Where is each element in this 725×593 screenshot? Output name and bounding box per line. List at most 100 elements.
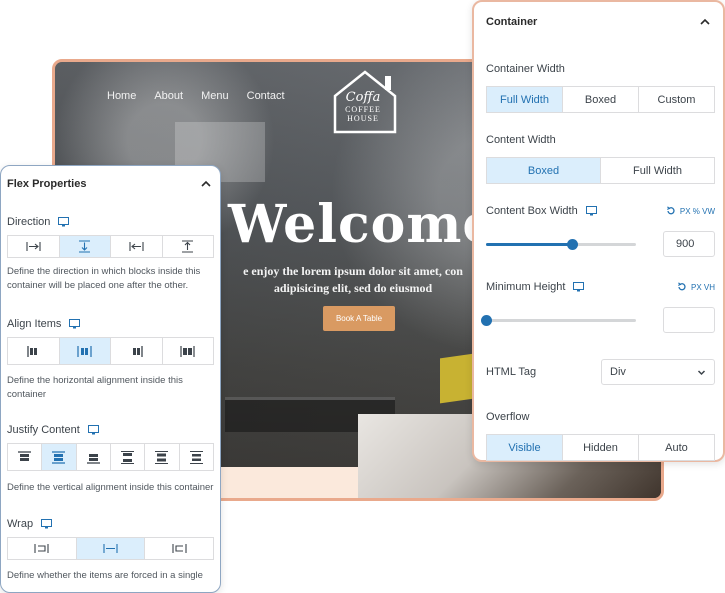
align-items-group: Align Items Define the horizontal alignm… xyxy=(7,318,214,402)
align-items-buttons xyxy=(7,337,214,365)
space-evenly-icon xyxy=(189,450,203,464)
html-tag-value: Div xyxy=(610,366,626,378)
flex-panel-header[interactable]: Flex Properties xyxy=(7,178,212,190)
justify-center-icon xyxy=(52,450,66,464)
arrow-right-icon xyxy=(26,242,41,251)
slider-handle[interactable] xyxy=(566,238,578,250)
nowrap-button[interactable] xyxy=(8,538,77,559)
wrap-button[interactable] xyxy=(76,538,146,559)
chevron-up-icon[interactable] xyxy=(200,178,212,190)
nav-about[interactable]: About xyxy=(154,90,183,102)
justify-space-between-button[interactable] xyxy=(110,444,146,470)
slider-handle[interactable] xyxy=(481,314,492,326)
justify-start-button[interactable] xyxy=(8,444,43,470)
logo-name: Coffa xyxy=(345,90,381,105)
justify-content-group: Justify Content Define the vertical alig… xyxy=(7,424,214,495)
monitor-icon[interactable] xyxy=(69,319,81,329)
overflow-group: Overflow Visible Hidden Auto xyxy=(486,407,715,461)
content-box-width-input[interactable]: 900 xyxy=(663,231,715,257)
space-around-icon xyxy=(155,450,169,464)
container-panel: Container Container Width Full Width Box… xyxy=(472,0,725,462)
content-box-width-units[interactable]: PX % VW xyxy=(680,207,715,216)
chevron-up-icon[interactable] xyxy=(699,16,711,28)
minimum-height-units[interactable]: PX VH xyxy=(691,283,715,292)
justify-end-button[interactable] xyxy=(76,444,111,470)
flex-properties-panel: Flex Properties Direction Define the dir… xyxy=(0,165,221,593)
align-center-icon xyxy=(77,345,92,357)
minimum-height-input[interactable] xyxy=(663,307,715,333)
justify-center-button[interactable] xyxy=(42,444,77,470)
container-panel-header[interactable]: Container xyxy=(486,16,711,28)
wrap-buttons xyxy=(7,537,214,560)
direction-row-reverse-button[interactable] xyxy=(111,236,163,257)
site-nav: Home About Menu Contact xyxy=(107,90,285,102)
justify-space-around-button[interactable] xyxy=(145,444,180,470)
monitor-icon[interactable] xyxy=(87,425,99,435)
monitor-icon[interactable] xyxy=(585,206,597,216)
overflow-options: Visible Hidden Auto xyxy=(486,434,715,461)
wrap-group: Wrap Define whether the items are forced… xyxy=(7,518,214,583)
minimum-height-group: Minimum Height PX VH xyxy=(481,281,715,333)
nowrap-icon xyxy=(34,544,49,553)
content-box-width-group: Content Box Width PX % VW 900 xyxy=(486,205,715,257)
align-items-help: Define the horizontal alignment inside t… xyxy=(7,375,183,400)
chevron-down-icon xyxy=(697,369,706,375)
html-tag-select[interactable]: Div xyxy=(601,359,715,385)
html-tag-group: HTML Tag Div xyxy=(486,359,715,385)
content-box-width-units-wrap: PX % VW xyxy=(666,206,715,216)
minimum-height-units-wrap: PX VH xyxy=(677,282,715,292)
align-start-button[interactable] xyxy=(8,338,60,364)
align-center-button[interactable] xyxy=(59,338,111,364)
minimum-height-slider[interactable] xyxy=(481,314,636,326)
container-width-group: Container Width Full Width Boxed Custom xyxy=(486,59,715,113)
direction-buttons xyxy=(7,235,214,258)
content-width-group: Content Width Boxed Full Width xyxy=(486,130,715,184)
book-table-button[interactable]: Book A Table xyxy=(323,306,395,331)
overflow-auto[interactable]: Auto xyxy=(639,435,714,460)
align-end-icon xyxy=(132,345,143,357)
monitor-icon[interactable] xyxy=(41,519,53,529)
nav-home[interactable]: Home xyxy=(107,90,136,102)
direction-column-button[interactable] xyxy=(59,236,111,257)
content-box-width-slider[interactable] xyxy=(486,238,636,250)
content-width-label: Content Width xyxy=(486,134,556,146)
content-width-full[interactable]: Full Width xyxy=(601,158,714,183)
nav-contact[interactable]: Contact xyxy=(247,90,285,102)
arrow-up-icon xyxy=(182,240,194,253)
content-width-boxed[interactable]: Boxed xyxy=(487,158,601,183)
container-width-label: Container Width xyxy=(486,63,565,75)
overflow-hidden[interactable]: Hidden xyxy=(563,435,639,460)
wrap-reverse-icon xyxy=(172,544,187,553)
monitor-icon[interactable] xyxy=(58,217,70,227)
direction-label: Direction xyxy=(7,216,51,228)
hero-tagline-line1: e enjoy the lorem ipsum dolor sit amet, … xyxy=(243,264,463,278)
justify-content-buttons xyxy=(7,443,214,471)
monitor-icon[interactable] xyxy=(573,282,585,292)
reset-icon[interactable] xyxy=(677,282,687,292)
logo-sub1: COFFEE xyxy=(345,105,381,114)
nav-menu[interactable]: Menu xyxy=(201,90,229,102)
wrap-reverse-button[interactable] xyxy=(145,538,214,559)
container-width-custom[interactable]: Custom xyxy=(639,87,714,112)
align-items-label: Align Items xyxy=(7,318,62,330)
direction-column-reverse-button[interactable] xyxy=(162,236,213,257)
container-width-boxed[interactable]: Boxed xyxy=(563,87,639,112)
overflow-visible[interactable]: Visible xyxy=(487,435,563,460)
justify-space-evenly-button[interactable] xyxy=(179,444,213,470)
direction-row-button[interactable] xyxy=(8,236,60,257)
space-between-icon xyxy=(121,450,135,464)
direction-group: Direction Define the direction in which … xyxy=(7,216,214,293)
align-stretch-button[interactable] xyxy=(162,338,213,364)
flex-panel-title: Flex Properties xyxy=(7,178,87,190)
reset-icon[interactable] xyxy=(666,206,676,216)
wrap-label: Wrap xyxy=(7,518,34,530)
slider-fill xyxy=(486,242,572,246)
align-end-button[interactable] xyxy=(111,338,163,364)
wrap-icon xyxy=(103,544,118,553)
arrow-left-icon xyxy=(129,242,144,251)
hero-heading: Welcome xyxy=(228,194,497,255)
justify-content-label: Justify Content xyxy=(7,424,80,436)
hero-tagline-line2: adipisicing elit, sed do eiusmod xyxy=(273,281,433,295)
align-stretch-icon xyxy=(180,345,195,357)
container-width-full[interactable]: Full Width xyxy=(487,87,563,112)
